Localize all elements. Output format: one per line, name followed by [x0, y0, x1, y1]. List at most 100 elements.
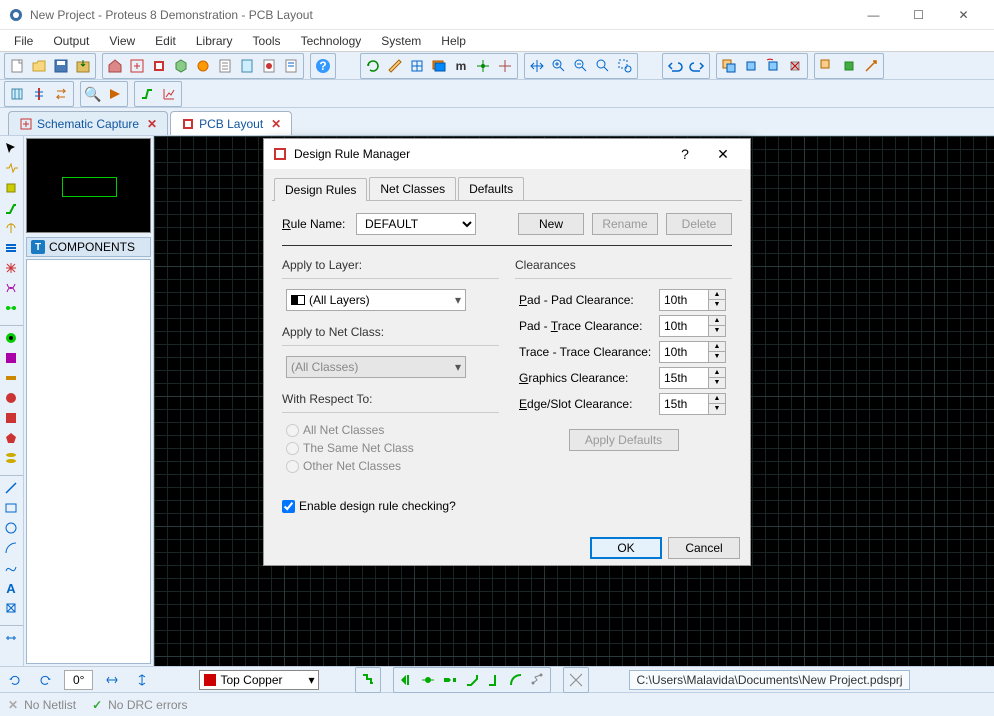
trace-any-icon[interactable] — [527, 669, 549, 691]
tab-pcb[interactable]: PCB Layout ✕ — [170, 111, 292, 135]
block-rotate-icon[interactable] — [762, 55, 784, 77]
report-icon[interactable] — [258, 55, 280, 77]
graphics-input[interactable] — [659, 367, 709, 389]
pad-trace-input[interactable] — [659, 315, 709, 337]
menu-tools[interactable]: Tools — [243, 32, 291, 50]
package-mode-icon[interactable] — [0, 178, 22, 198]
package-icon[interactable] — [838, 55, 860, 77]
flip-v-icon[interactable] — [131, 669, 153, 691]
new-file-icon[interactable] — [6, 55, 28, 77]
route-auto-icon[interactable] — [357, 669, 379, 691]
refresh-icon[interactable] — [362, 55, 384, 77]
flip-h-icon[interactable] — [101, 669, 123, 691]
help-icon[interactable]: ? — [312, 55, 334, 77]
list-icon[interactable] — [280, 55, 302, 77]
bom-icon[interactable] — [214, 55, 236, 77]
redo-icon[interactable] — [686, 55, 708, 77]
menu-view[interactable]: View — [99, 32, 145, 50]
path2d-icon[interactable] — [0, 558, 22, 578]
ratsnest-icon[interactable] — [0, 258, 22, 278]
pad-pad-spinner[interactable]: ▲▼ — [709, 289, 726, 311]
units-m-icon[interactable]: m — [450, 55, 472, 77]
block-copy-icon[interactable] — [718, 55, 740, 77]
pad-edge-icon[interactable] — [0, 448, 22, 468]
pad-square-icon[interactable] — [0, 348, 22, 368]
maximize-button[interactable]: ☐ — [896, 0, 941, 29]
rect2d-icon[interactable] — [0, 498, 22, 518]
new-button[interactable]: New — [518, 213, 584, 235]
pcb-icon[interactable] — [148, 55, 170, 77]
component-mode-icon[interactable] — [0, 158, 22, 178]
symbol2d-icon[interactable] — [0, 598, 22, 618]
track-mode-icon[interactable] — [0, 198, 22, 218]
apply-to-layer-select[interactable]: (All Layers) ▾ — [286, 289, 466, 311]
trace-trace-spinner[interactable]: ▲▼ — [709, 341, 726, 363]
menu-system[interactable]: System — [371, 32, 431, 50]
minimize-button[interactable]: — — [851, 0, 896, 29]
3d-icon[interactable] — [170, 55, 192, 77]
graphics-spinner[interactable]: ▲▼ — [709, 367, 726, 389]
reorder-icon[interactable] — [6, 83, 28, 105]
import-icon[interactable] — [72, 55, 94, 77]
connectivity-icon[interactable] — [0, 298, 22, 318]
rule-name-select[interactable]: DEFAULT — [356, 213, 476, 235]
pad-poly-icon[interactable] — [0, 428, 22, 448]
menu-help[interactable]: Help — [431, 32, 476, 50]
trace-via-icon[interactable] — [417, 669, 439, 691]
menu-library[interactable]: Library — [186, 32, 243, 50]
dialog-help-button[interactable]: ? — [666, 140, 704, 168]
gerber-icon[interactable] — [192, 55, 214, 77]
trace-start-icon[interactable] — [395, 669, 417, 691]
pad-pad-input[interactable] — [659, 289, 709, 311]
menu-output[interactable]: Output — [43, 32, 99, 50]
zoom-area-icon[interactable] — [614, 55, 636, 77]
arc2d-icon[interactable] — [0, 538, 22, 558]
undo-icon[interactable] — [664, 55, 686, 77]
ruler2-icon[interactable] — [28, 83, 50, 105]
tab-net-classes[interactable]: Net Classes — [369, 177, 456, 200]
zoom-fit-icon[interactable] — [592, 55, 614, 77]
trace-90-icon[interactable] — [483, 669, 505, 691]
cancel-button[interactable]: Cancel — [668, 537, 740, 559]
swap-icon[interactable] — [50, 83, 72, 105]
block-delete-icon[interactable] — [784, 55, 806, 77]
tab-close-icon[interactable]: ✕ — [147, 117, 157, 131]
menu-edit[interactable]: Edit — [145, 32, 186, 50]
components-list[interactable] — [26, 259, 151, 664]
goto-icon[interactable] — [104, 83, 126, 105]
decompose-icon[interactable] — [860, 55, 882, 77]
crosshair-icon[interactable] — [494, 55, 516, 77]
pad-smd-icon[interactable] — [0, 368, 22, 388]
menu-technology[interactable]: Technology — [291, 32, 372, 50]
board-preview[interactable] — [26, 138, 151, 233]
zoom-in-icon[interactable] — [548, 55, 570, 77]
dimension-icon[interactable] — [0, 628, 22, 648]
save-icon[interactable] — [50, 55, 72, 77]
grid-icon[interactable] — [406, 55, 428, 77]
pad-through-icon[interactable] — [0, 328, 22, 348]
enable-drc-checkbox[interactable] — [282, 500, 295, 513]
show-ratsnest-icon[interactable] — [565, 669, 587, 691]
line2d-icon[interactable] — [0, 478, 22, 498]
open-file-icon[interactable] — [28, 55, 50, 77]
rotate-ccw-icon[interactable] — [4, 669, 26, 691]
tab-design-rules[interactable]: Design Rules — [274, 178, 367, 201]
origin-icon[interactable] — [472, 55, 494, 77]
trace-trace-input[interactable] — [659, 341, 709, 363]
pad-rect-icon[interactable] — [0, 408, 22, 428]
ratsnest2-icon[interactable] — [0, 278, 22, 298]
chart-icon[interactable] — [158, 83, 180, 105]
edge-input[interactable] — [659, 393, 709, 415]
route-icon[interactable] — [136, 83, 158, 105]
pad-circular-icon[interactable] — [0, 388, 22, 408]
rotate-cw-icon[interactable] — [34, 669, 56, 691]
neckdown-icon[interactable] — [439, 669, 461, 691]
tab-schematic[interactable]: Schematic Capture ✕ — [8, 111, 168, 135]
ruler-icon[interactable] — [384, 55, 406, 77]
pan-icon[interactable] — [526, 55, 548, 77]
trace-45-icon[interactable] — [461, 669, 483, 691]
via-mode-icon[interactable] — [0, 218, 22, 238]
zoom-out-icon[interactable] — [570, 55, 592, 77]
edge-spinner[interactable]: ▲▼ — [709, 393, 726, 415]
layer-selector[interactable]: Top Copper ▾ — [199, 670, 319, 690]
